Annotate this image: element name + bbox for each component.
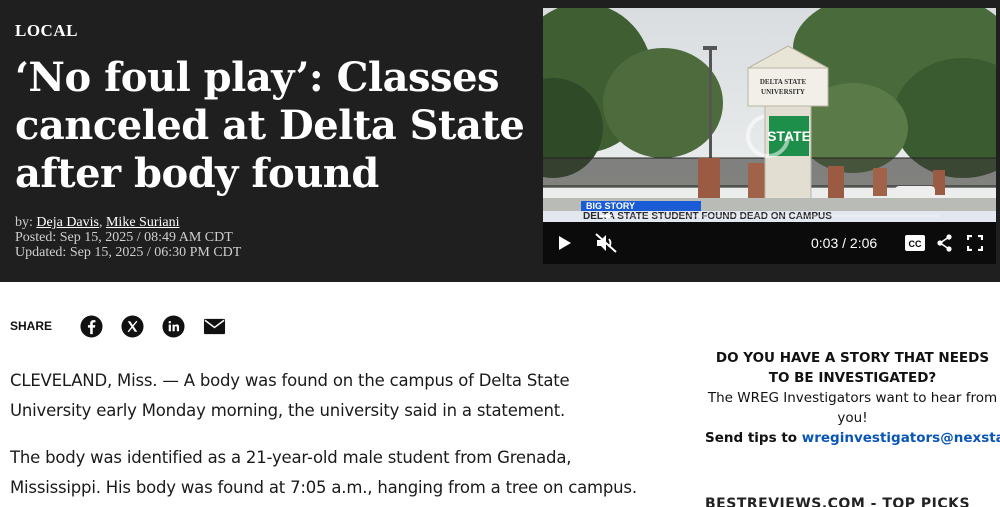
callout-tips: Send tips to wreginvestigators@nexstar.t… — [705, 428, 1000, 448]
fullscreen-icon[interactable] — [967, 235, 983, 251]
tips-prefix: Send tips to — [705, 430, 802, 446]
article-paragraph: The body was identified as a 21-year-old… — [10, 448, 637, 497]
svg-text:CC: CC — [909, 239, 922, 249]
duration: / 2:06 — [842, 235, 878, 251]
article-body: CLEVELAND, Miss. — A body was found on t… — [10, 366, 650, 507]
big-story-tag: BIG STORY — [581, 201, 701, 211]
category-label[interactable]: LOCAL — [15, 21, 78, 41]
x-icon[interactable] — [121, 314, 144, 338]
video-progress-bar[interactable] — [543, 213, 996, 219]
facebook-icon[interactable] — [80, 314, 103, 338]
headline: ‘No foul play’: Classes canceled at Delt… — [15, 54, 535, 198]
byline-prefix: by: — [15, 215, 37, 230]
article-paragraph: CLEVELAND, Miss. — A body was found on t… — [10, 371, 570, 420]
current-time: 0:03 — [811, 235, 839, 251]
play-icon[interactable] — [557, 235, 573, 251]
byline: by: Deja Davis, Mike Suriani Posted: Sep… — [15, 215, 241, 260]
article-hero: LOCAL ‘No foul play’: Classes canceled a… — [0, 0, 1000, 282]
headline-line: ‘No foul play’: Classes — [15, 54, 500, 101]
sign-text: DELTA STATE — [760, 78, 807, 86]
author-link[interactable]: Deja Davis — [36, 215, 99, 230]
share-label: SHARE — [10, 319, 53, 333]
video-time: 0:03 / 2:06 — [811, 235, 877, 251]
byline-separator: , — [98, 215, 106, 230]
headline-line: after body found — [15, 150, 379, 197]
closed-captions-icon[interactable]: CC — [905, 235, 925, 251]
callout-heading-line: DO YOU HAVE A STORY THAT NEEDS — [715, 350, 990, 366]
muted-icon[interactable] — [595, 233, 617, 253]
sign-text: UNIVERSITY — [761, 88, 805, 96]
callout-heading-line: TO BE INVESTIGATED? — [768, 370, 937, 386]
bestreviews-section-heading: BESTREVIEWS.COM - TOP PICKS — [705, 496, 971, 507]
author-link[interactable]: Mike Suriani — [106, 215, 180, 230]
callout-heading: DO YOU HAVE A STORY THAT NEEDS TO BE INV… — [705, 348, 1000, 388]
email-icon[interactable] — [203, 315, 226, 338]
headline-line: canceled at Delta State — [15, 102, 525, 149]
tips-email-link[interactable]: wreginvestigators@nexstar.tv — [802, 430, 1000, 446]
video-player[interactable]: STATE DELTA STATE UNIVERSITY BIG STORY D… — [543, 8, 996, 264]
video-controls: 0:03 / 2:06 CC — [543, 222, 996, 264]
share-bar: SHARE — [10, 312, 244, 340]
video-frame[interactable]: STATE DELTA STATE UNIVERSITY — [543, 8, 996, 222]
video-progress-handle[interactable] — [604, 213, 611, 219]
callout-text: The WREG Investigators want to hear from… — [707, 390, 998, 426]
posted-date: Posted: Sep 15, 2025 / 08:49 AM CDT — [15, 230, 233, 245]
updated-date: Updated: Sep 15, 2025 / 06:30 PM CDT — [15, 245, 242, 260]
investigators-callout: DO YOU HAVE A STORY THAT NEEDS TO BE INV… — [705, 348, 1000, 448]
linkedin-icon[interactable] — [162, 314, 185, 338]
share-icon[interactable] — [937, 234, 953, 252]
